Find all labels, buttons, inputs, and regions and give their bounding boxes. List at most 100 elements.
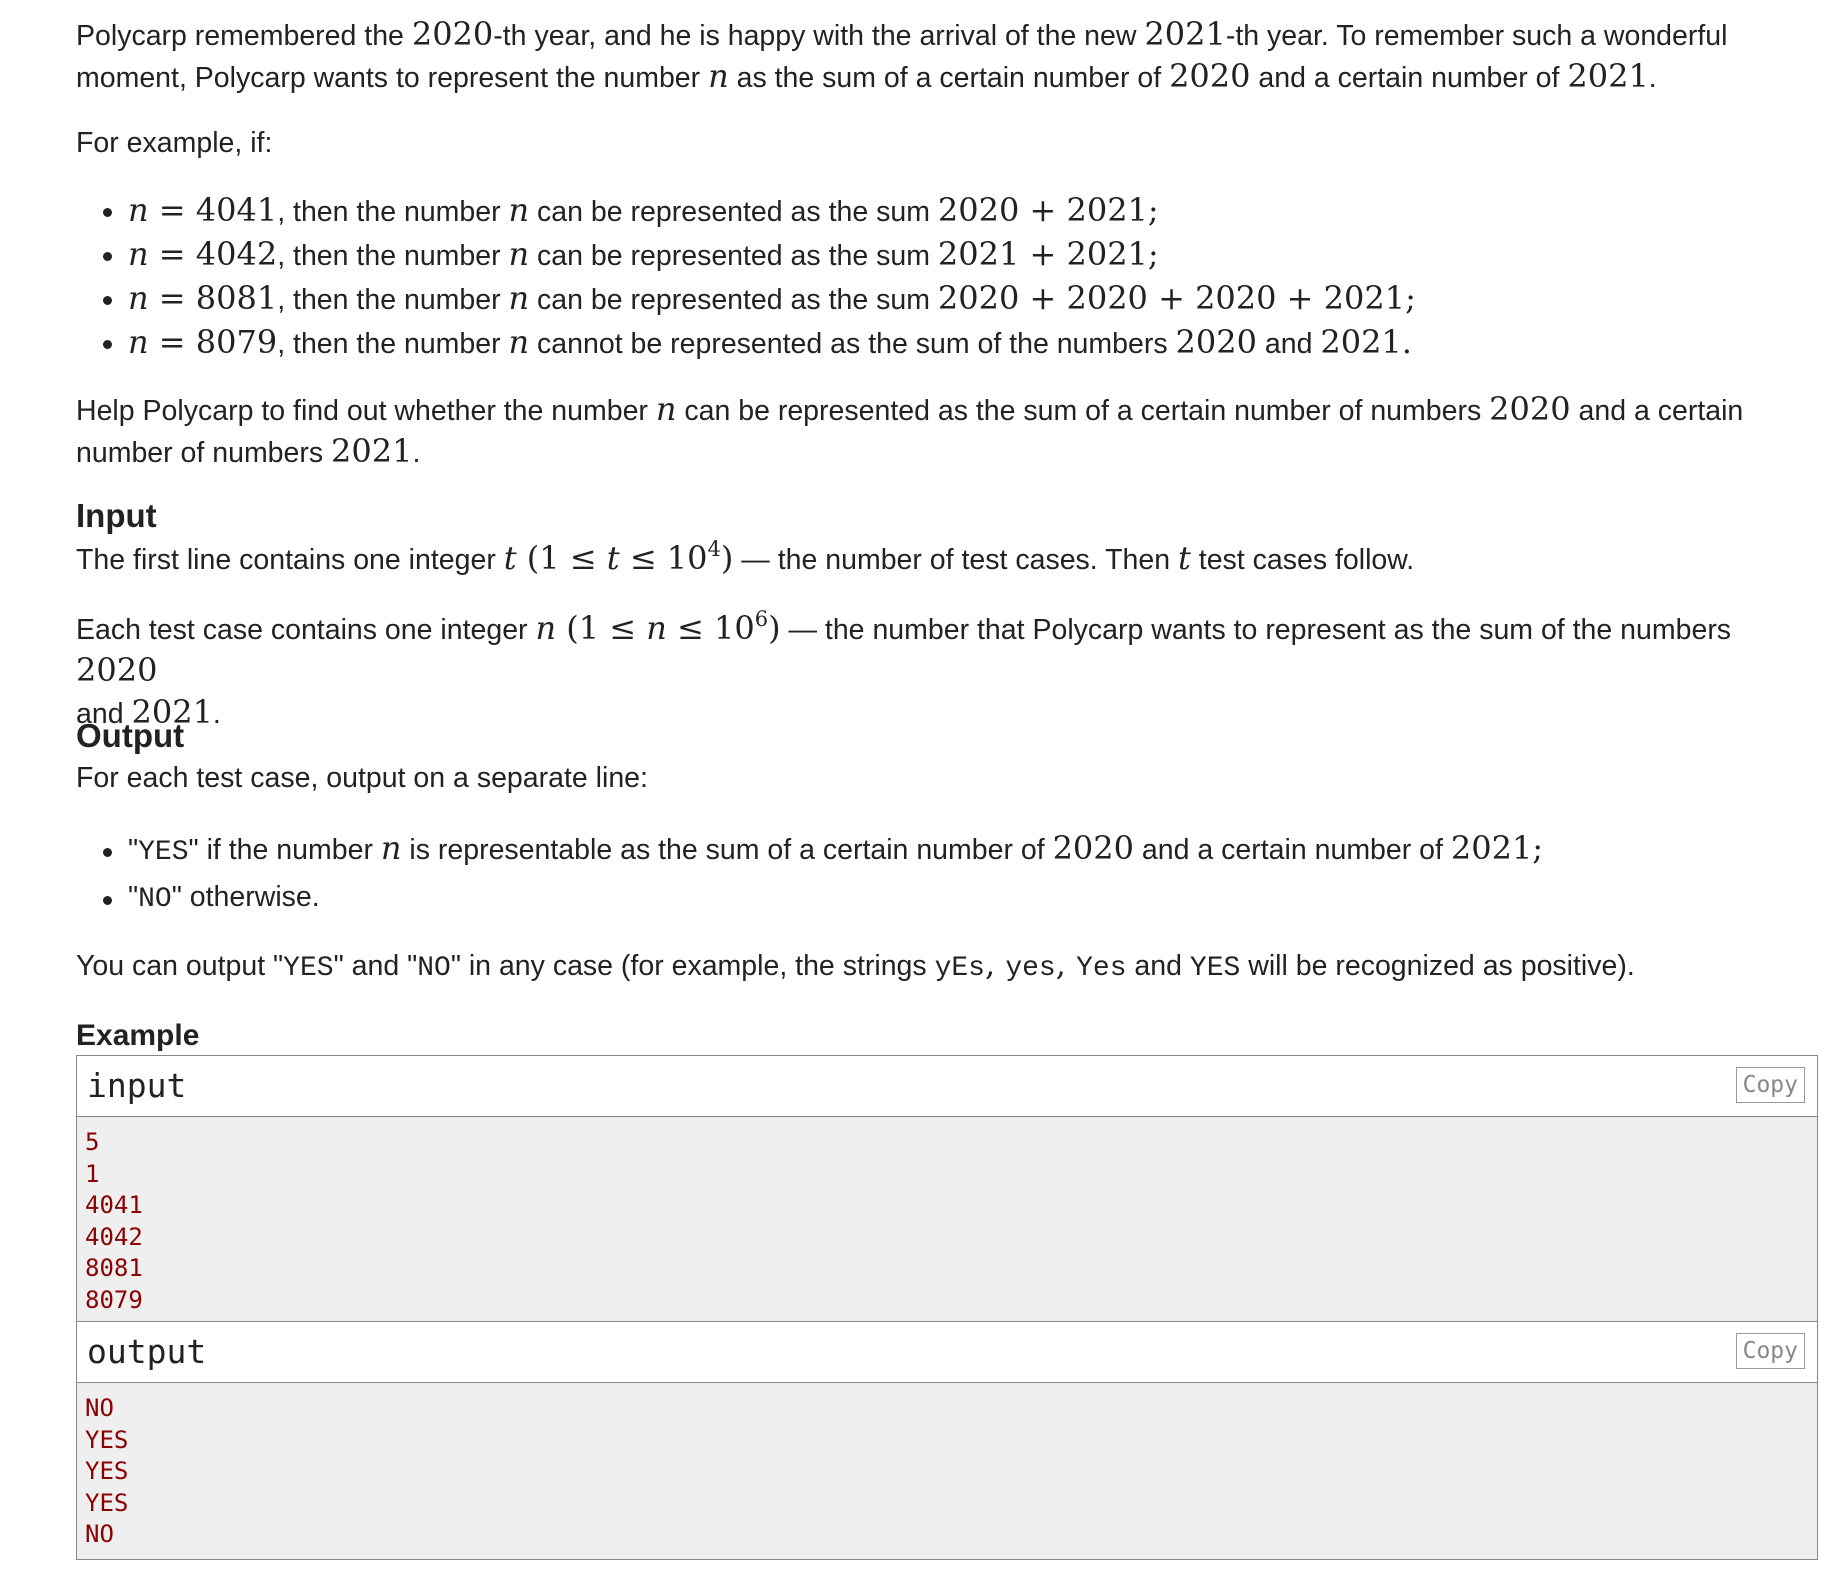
text: . [212, 698, 221, 730]
example-input-box: input Copy 5 1 4041 4042 8081 8079 [76, 1055, 1818, 1325]
example-output-line: YES [85, 1488, 129, 1517]
math-punct: ; [1405, 279, 1416, 317]
text: cannot be represented as the sum of the … [529, 328, 1176, 360]
output-list: "YES" if the number n is representable a… [76, 826, 1543, 922]
math-variable: n [535, 609, 557, 647]
example-title: Example [76, 1019, 200, 1052]
text: Polycarp remembered the [76, 20, 412, 52]
example-input-line: 5 [85, 1128, 100, 1156]
text: will be recognized as positive). [1240, 950, 1635, 982]
example-output-line: NO [85, 1520, 114, 1548]
math-variable: n [708, 57, 729, 95]
text: and [1256, 328, 1321, 360]
list-item: n = 4041, then the number n can be repre… [76, 189, 1416, 233]
math-variable: t [606, 539, 620, 577]
example-output-label: output [87, 1332, 207, 1371]
math-number: 2021 [1567, 57, 1649, 95]
math-number: 2021 [1320, 323, 1402, 361]
code-literal: YES [138, 837, 189, 868]
text: and [1126, 950, 1190, 982]
text: " [128, 834, 139, 866]
code-literal: yes [1005, 953, 1056, 984]
math-exponent: 4 [707, 537, 721, 561]
text: You can output " [76, 950, 284, 982]
math-variable: n [508, 235, 530, 273]
output-section-title: Output [76, 717, 185, 754]
math-variable: n [646, 609, 667, 647]
math-variable: n [128, 191, 149, 229]
math-variable: n [508, 323, 530, 361]
code-literal: Yes [1076, 953, 1127, 984]
text: and a certain number of [1134, 834, 1451, 866]
example-output-header: output Copy [77, 1322, 1817, 1383]
text: if the number [198, 834, 381, 866]
output-paragraph: For each test case, output on a separate… [76, 762, 648, 794]
text: otherwise. [181, 881, 320, 913]
math-number: = 8079 [148, 323, 278, 361]
math-variable: n [128, 279, 149, 317]
example-input-line: 8081 [85, 1254, 143, 1282]
list-item: n = 8079, then the number n cannot be re… [76, 321, 1416, 365]
text: Help Polycarp to find out whether the nu… [76, 395, 656, 427]
example-input-line: 1 [85, 1159, 100, 1188]
text: , then the number [277, 328, 509, 360]
text: is representable as the sum of a certain… [401, 834, 1053, 866]
example-input-content: 5 1 4041 4042 8081 8079 [77, 1117, 1817, 1324]
statement-paragraph-task: Help Polycarp to find out whether the nu… [76, 389, 1816, 473]
statement-paragraph-example-intro: For example, if: [76, 127, 273, 159]
text: — the number that Polycarp wants to repr… [780, 614, 1732, 646]
text: test cases follow. [1190, 544, 1415, 576]
math-number: 2021 [1144, 15, 1226, 53]
math-variable: n [508, 191, 530, 229]
list-item: n = 4042, then the number n can be repre… [76, 233, 1416, 277]
text: , then the number [277, 196, 509, 228]
math-range: ≤ 10 [619, 539, 708, 577]
example-input-line: 8079 [85, 1285, 143, 1314]
math-variable: n [508, 279, 530, 317]
math-expression: 2021 + 2021 [937, 235, 1148, 273]
text: can be represented as the sum [529, 284, 938, 316]
output-case-note: You can output "YES" and "NO" in any cas… [76, 944, 1816, 989]
math-number: 2021 [331, 432, 413, 470]
text: , [984, 945, 1006, 983]
input-paragraph-first-line: The first line contains one integer t (1… [76, 538, 1816, 580]
text: " [188, 834, 199, 866]
text: -th year, and he is happy with the arriv… [493, 20, 1145, 52]
math-number: = 4041 [148, 191, 278, 229]
example-input-header: input Copy [77, 1056, 1817, 1117]
example-input-label: input [87, 1066, 187, 1105]
text: can be represented as the sum of a certa… [676, 395, 1490, 427]
text: " [171, 881, 182, 913]
math-exponent: 6 [754, 607, 769, 631]
text: . [412, 437, 421, 469]
example-output-line: YES [85, 1457, 129, 1485]
code-literal: YES [283, 953, 334, 984]
text: Each test case contains one integer [76, 614, 536, 646]
math-range: ) [720, 539, 734, 577]
code-literal: NO [417, 953, 451, 984]
list-item: n = 8081, then the number n can be repre… [76, 277, 1416, 321]
math-range: (1 ≤ [556, 609, 647, 647]
example-output-content: NO YES YES YES NO [77, 1383, 1817, 1559]
list-item: "NO" otherwise. [76, 875, 1543, 922]
example-list: n = 4041, then the number n can be repre… [76, 189, 1416, 365]
math-variable: n [380, 829, 402, 867]
example-input-line: 4042 [85, 1222, 143, 1251]
copy-output-button[interactable]: Copy [1735, 1333, 1805, 1369]
text: can be represented as the sum [529, 240, 938, 272]
math-variable: n [128, 235, 149, 273]
math-punct: ; [1147, 191, 1159, 229]
math-punct: . [1401, 323, 1412, 361]
copy-input-button[interactable]: Copy [1735, 1067, 1805, 1103]
math-expression: 2020 + 2021 [937, 191, 1148, 229]
list-item: "YES" if the number n is representable a… [76, 826, 1543, 875]
text: The first line contains one integer [76, 544, 504, 576]
math-range: ≤ 10 [666, 609, 755, 647]
math-variable: t [503, 539, 517, 577]
code-literal: YES [1189, 953, 1241, 984]
math-variable: n [128, 323, 149, 361]
math-number: 2020 [1175, 323, 1257, 361]
math-range: ) [768, 609, 781, 647]
math-number: 2021 [1450, 829, 1533, 867]
math-number: 2020 [1052, 829, 1134, 867]
